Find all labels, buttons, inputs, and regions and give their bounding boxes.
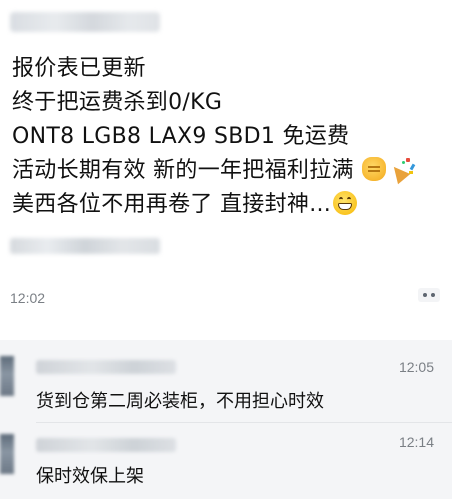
dot-icon xyxy=(431,293,435,297)
post-line-with-emoji: 活动长期有效 新的一年把福利拉满 xyxy=(12,154,444,188)
post-timestamp: 12:02 xyxy=(10,290,46,306)
avatar[interactable] xyxy=(0,434,14,474)
comment-item[interactable]: 12:14 保时效保上架 xyxy=(0,424,452,499)
comment-time: 12:05 xyxy=(398,359,434,375)
post-line-text: 活动长期有效 新的一年把福利拉满 xyxy=(12,158,354,183)
more-options-button[interactable] xyxy=(418,288,440,302)
fist-emoji-icon xyxy=(361,157,386,181)
post-line-with-emoji: 美西各位不用再卷了 直接封神... xyxy=(12,188,444,222)
comment-item[interactable]: 12:05 货到仓第二周必装柜，不用担心时效 xyxy=(0,340,452,420)
avatar[interactable] xyxy=(0,356,14,396)
post-text: 报价表已更新 终于把运费杀到0/KG ONT8 LGB8 LAX9 SBD1 免… xyxy=(12,52,444,222)
comment-time: 12:14 xyxy=(398,434,434,450)
blurred-content xyxy=(10,238,160,254)
post-line-text: 美西各位不用再卷了 直接封神... xyxy=(12,192,332,217)
comment-text: 保时效保上架 xyxy=(36,466,144,487)
party-popper-emoji-icon xyxy=(387,157,416,185)
comments-section: 12:05 货到仓第二周必装柜，不用担心时效 12:14 保时效保上架 xyxy=(0,340,452,499)
grinning-emoji-icon xyxy=(333,191,358,215)
commenter-name-blurred[interactable] xyxy=(36,360,176,374)
post-line: 报价表已更新 xyxy=(12,56,146,81)
comment-text: 货到仓第二周必装柜，不用担心时效 xyxy=(36,391,324,412)
moments-post: 报价表已更新 终于把运费杀到0/KG ONT8 LGB8 LAX9 SBD1 免… xyxy=(0,0,452,338)
dot-icon xyxy=(423,293,427,297)
divider xyxy=(36,422,452,423)
post-line: ONT8 LGB8 LAX9 SBD1 免运费 xyxy=(12,124,350,149)
commenter-name-blurred[interactable] xyxy=(36,438,176,452)
author-name-blurred[interactable] xyxy=(10,12,160,32)
post-line: 终于把运费杀到0/KG xyxy=(12,90,223,115)
